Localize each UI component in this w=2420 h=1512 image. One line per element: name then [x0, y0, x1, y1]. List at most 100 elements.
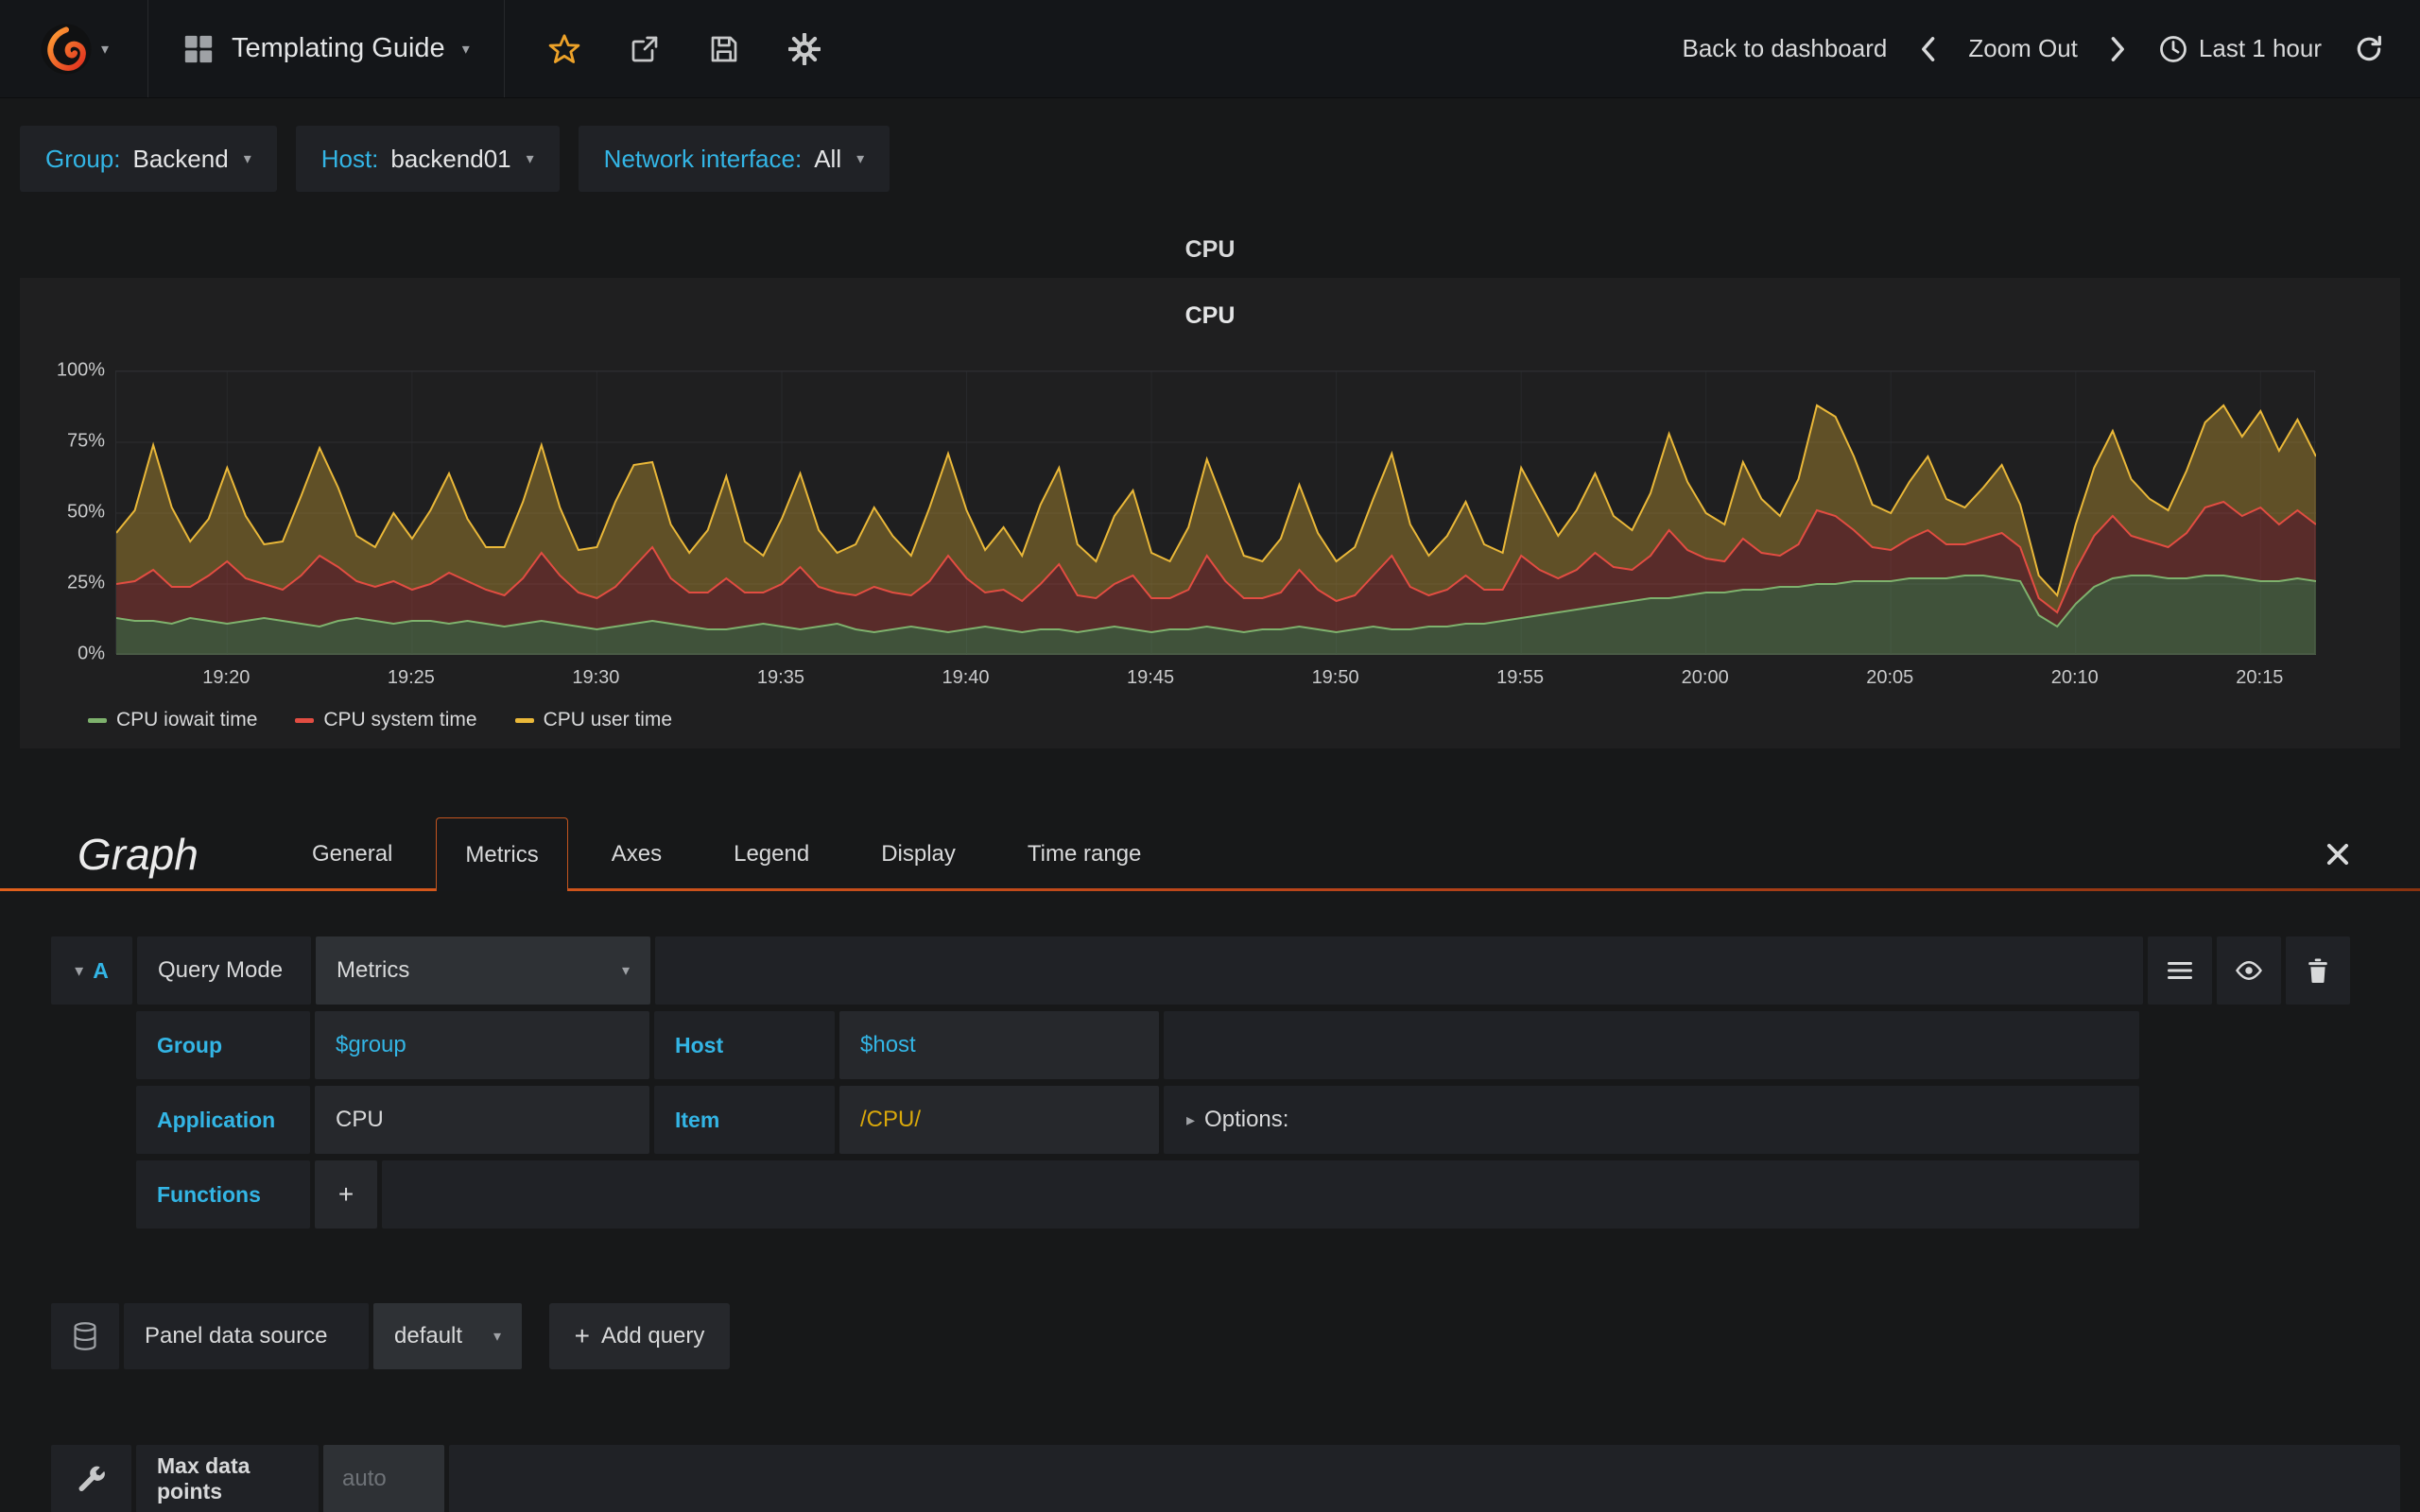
query-mode-dropdown[interactable]: Metrics ▾: [316, 936, 650, 1005]
host-value-field[interactable]: $host: [839, 1011, 1159, 1079]
x-axis-tick-label: 20:15: [2236, 667, 2284, 688]
save-button[interactable]: [709, 34, 739, 64]
variable-network-interface-dropdown[interactable]: Network interface: All ▾: [578, 126, 890, 192]
tab-display[interactable]: Display: [853, 817, 984, 891]
panel-datasource-label: Panel data source: [124, 1303, 369, 1369]
max-data-points-label: Max data points: [136, 1445, 319, 1512]
time-range-picker[interactable]: Last 1 hour: [2159, 34, 2322, 63]
legend-label: CPU user time: [543, 709, 673, 730]
dashboard-title-caret-icon: ▾: [461, 41, 470, 58]
y-axis-tick-label: 50%: [66, 501, 105, 523]
y-axis-tick-label: 75%: [66, 430, 105, 452]
options-label: Options:: [1204, 1107, 1289, 1132]
x-axis-tick-label: 20:00: [1681, 667, 1729, 688]
x-axis-tick-label: 19:25: [387, 667, 435, 688]
chart-legend: CPU iowait time CPU system time CPU user t…: [88, 709, 672, 731]
y-axis-tick-label: 100%: [56, 359, 105, 381]
y-axis-tick-label: 0%: [78, 643, 105, 664]
variable-label: Network interface:: [603, 144, 803, 173]
legend-color-icon: [88, 717, 107, 723]
star-button[interactable]: [548, 33, 580, 65]
add-query-button[interactable]: + Add query: [549, 1303, 730, 1369]
star-icon: [548, 33, 580, 63]
shift-time-forward-button[interactable]: [2110, 36, 2127, 62]
item-label: Item: [654, 1086, 835, 1154]
panel-title[interactable]: CPU: [20, 302, 2400, 330]
dashboard-title: Templating Guide: [232, 33, 445, 63]
group-label: Group: [136, 1011, 310, 1079]
refresh-icon: [2357, 35, 2381, 60]
legend-item[interactable]: CPU iowait time: [88, 709, 257, 731]
functions-label: Functions: [136, 1160, 310, 1228]
chevron-left-icon: [1922, 36, 1935, 61]
application-value-field[interactable]: CPU: [315, 1086, 649, 1154]
datasource-value: default: [394, 1323, 463, 1349]
variable-host-dropdown[interactable]: Host: backend01 ▾: [295, 126, 560, 192]
tab-general[interactable]: General: [284, 817, 421, 891]
delete-query-button[interactable]: [2286, 936, 2350, 1005]
settings-button[interactable]: [787, 32, 821, 65]
tab-time-range[interactable]: Time range: [999, 817, 1170, 891]
x-axis-tick-label: 19:20: [202, 667, 251, 688]
caret-down-icon: ▾: [856, 151, 865, 167]
time-range-label: Last 1 hour: [2198, 34, 2322, 62]
eye-icon: [2236, 961, 2262, 980]
tab-metrics[interactable]: Metrics: [436, 817, 568, 891]
max-data-points-input[interactable]: [323, 1445, 444, 1512]
hamburger-menu-icon: [2168, 962, 2192, 979]
caret-down-icon: ▾: [243, 151, 251, 167]
share-button[interactable]: [630, 34, 660, 64]
x-axis-tick-label: 19:35: [756, 667, 804, 688]
caret-down-icon: ▾: [493, 1329, 501, 1345]
gear-icon: [787, 32, 821, 65]
close-editor-button[interactable]: [2325, 842, 2350, 867]
caret-right-icon: ▸: [1186, 1109, 1196, 1129]
chevron-right-icon: [2111, 36, 2124, 61]
dashboard-grid-icon: [184, 35, 213, 62]
zoom-out-button[interactable]: Zoom Out: [1968, 34, 2078, 63]
query-row-functions: Functions +: [136, 1160, 2139, 1228]
query-menu-button[interactable]: [2148, 936, 2212, 1005]
x-axis-labels: 19:20 19:25 19:30 19:35 19:40 19:45 19:50 19:55…: [115, 667, 2315, 694]
query-mode-value: Metrics: [337, 957, 410, 983]
variable-group-dropdown[interactable]: Group: Backend ▾: [20, 126, 277, 192]
application-label: Application: [136, 1086, 310, 1154]
y-axis-tick-label: 25%: [66, 572, 105, 593]
navbar: ▾ Templating Guide ▾ Back to dashboard Z…: [0, 0, 2420, 98]
x-axis-tick-label: 20:10: [2050, 667, 2099, 688]
variable-value: All: [814, 144, 842, 173]
max-data-points-row: Max data points: [51, 1445, 2400, 1512]
grafana-logo-button[interactable]: ▾: [0, 0, 148, 97]
cpu-usage-chart: [116, 371, 2316, 655]
query-row-a: ▾ A Query Mode Metrics ▾: [51, 936, 2350, 1005]
dashboard-title-dropdown[interactable]: Templating Guide ▾: [148, 0, 505, 97]
row-title: CPU: [1184, 236, 1236, 263]
panel-editor-tabs: Graph General Metrics Axes Legend Displa…: [0, 817, 2420, 891]
options-expand-toggle[interactable]: ▸ Options:: [1164, 1107, 1288, 1133]
toggle-query-visibility-button[interactable]: [2217, 936, 2281, 1005]
navbar-right: Back to dashboard Zoom Out Last 1 hour: [1683, 34, 2420, 64]
template-variables-row: Group: Backend ▾ Host: backend01 ▾ Netwo…: [20, 98, 890, 192]
x-axis-tick-label: 19:55: [1496, 667, 1545, 688]
caret-down-icon: ▾: [621, 963, 630, 979]
variable-label: Group:: [45, 144, 121, 173]
database-icon: [74, 1322, 96, 1350]
tab-legend[interactable]: Legend: [705, 817, 838, 891]
x-axis-tick-label: 19:45: [1127, 667, 1175, 688]
chart-plot-area[interactable]: [115, 370, 2316, 655]
x-axis-tick-label: 19:50: [1311, 667, 1359, 688]
variable-value: backend01: [390, 144, 511, 173]
back-to-dashboard-button[interactable]: Back to dashboard: [1683, 34, 1888, 63]
add-function-button[interactable]: +: [315, 1160, 377, 1228]
item-value-field[interactable]: /CPU/: [839, 1086, 1159, 1154]
panel-type-title: Graph: [78, 830, 199, 879]
query-collapse-toggle[interactable]: ▾ A: [51, 936, 132, 1005]
datasource-dropdown[interactable]: default ▾: [373, 1303, 522, 1369]
legend-item[interactable]: CPU system time: [295, 709, 477, 731]
shift-time-back-button[interactable]: [1919, 36, 1936, 62]
refresh-button[interactable]: [2354, 34, 2384, 64]
legend-label: CPU system time: [323, 709, 477, 730]
legend-item[interactable]: CPU user time: [514, 709, 673, 731]
tab-axes[interactable]: Axes: [583, 817, 690, 891]
group-value-field[interactable]: $group: [315, 1011, 649, 1079]
